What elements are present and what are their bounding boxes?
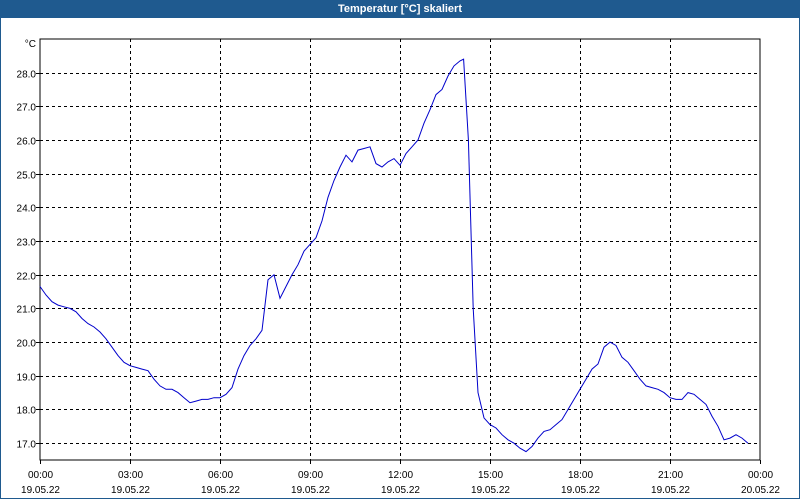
x-tick-time-label: 06:00 [208,470,233,481]
y-tick-label: 20.0 [17,339,37,350]
x-tick-time-label: 00:00 [748,470,773,481]
temperature-series-line [39,58,749,453]
x-tick-time-label: 03:00 [118,470,143,481]
x-tick-time-label: 09:00 [298,470,323,481]
x-tick-date-label: 19.05.22 [21,485,60,496]
temperature-chart: 17.0 18.0 19.0 20.0 21.0 22.0 23.0 24.0 25.0 26.0… [17,38,781,496]
y-tick-label: 28.0 [17,70,37,81]
y-tick-label: 17.0 [17,440,37,451]
x-tick-date-label: 20.05.22 [741,485,780,496]
tick-labels: 17.0 18.0 19.0 20.0 21.0 22.0 23.0 24.0 25.0 26.0… [17,39,781,496]
x-tick-date-label: 19.05.22 [291,485,330,496]
x-tick-date-label: 19.05.22 [471,485,510,496]
y-tick-label: 18.0 [17,406,37,417]
y-tick-label: 21.0 [17,305,37,316]
x-tick-date-label: 19.05.22 [381,485,420,496]
x-tick-date-label: 19.05.22 [201,485,240,496]
y-tick-label: 25.0 [17,171,37,182]
x-tick-time-label: 15:00 [478,470,503,481]
x-tick-time-label: 18:00 [568,470,593,481]
y-tick-label: 27.0 [17,103,37,114]
y-tick-label: 26.0 [17,137,37,148]
grid [40,39,760,460]
x-tick-date-label: 19.05.22 [651,485,690,496]
y-tick-label: 22.0 [17,272,37,283]
series [39,58,749,453]
x-tick-date-label: 19.05.22 [561,485,600,496]
x-tick-date-label: 19.05.22 [111,485,150,496]
y-tick-label: 23.0 [17,238,37,249]
x-tick-time-label: 12:00 [388,470,413,481]
y-axis-label: °C [25,39,36,50]
y-tick-label: 24.0 [17,204,37,215]
axes [36,38,761,464]
x-tick-time-label: 21:00 [658,470,683,481]
x-tick-time-label: 00:00 [28,470,53,481]
y-tick-label: 19.0 [17,373,37,384]
